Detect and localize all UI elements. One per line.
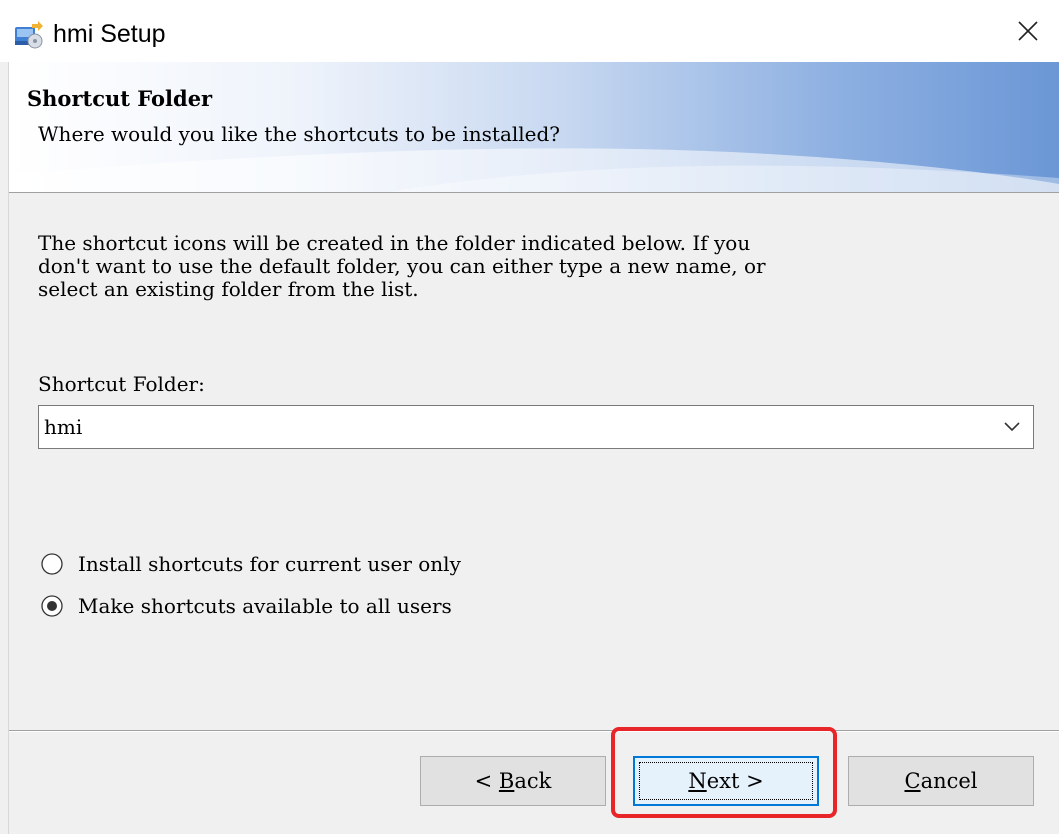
dropdown-button[interactable] xyxy=(997,412,1027,442)
chevron-down-icon xyxy=(1004,422,1020,432)
shortcut-folder-value[interactable]: hmi xyxy=(44,415,82,439)
setup-window: hmi Setup Shortcut Folder Where would yo… xyxy=(0,0,1059,834)
page-heading: Shortcut Folder xyxy=(27,86,213,111)
footer-divider-highlight xyxy=(9,731,1059,732)
cancel-button-label: Cancel xyxy=(904,769,978,793)
header-banner: Shortcut Folder Where would you like the… xyxy=(9,62,1059,192)
focus-rectangle xyxy=(639,762,813,800)
window-title: hmi Setup xyxy=(53,20,166,48)
page-subheading: Where would you like the shortcuts to be… xyxy=(38,122,561,146)
back-button[interactable]: < Back xyxy=(420,756,606,806)
back-button-label: < Back xyxy=(474,769,552,793)
cancel-button[interactable]: Cancel xyxy=(848,756,1034,806)
radio-current-user-label[interactable]: Install shortcuts for current user only xyxy=(78,552,461,576)
radio-all-users-label[interactable]: Make shortcuts available to all users xyxy=(78,594,452,618)
close-icon xyxy=(1018,21,1038,41)
title-bar: hmi Setup xyxy=(0,0,1059,62)
close-button[interactable] xyxy=(997,0,1059,62)
radio-current-user[interactable] xyxy=(41,553,63,575)
next-button[interactable]: Next > xyxy=(633,756,819,806)
option-all-users[interactable]: Make shortcuts available to all users xyxy=(41,592,452,620)
installer-icon xyxy=(15,21,43,49)
banner-divider xyxy=(9,192,1059,193)
option-current-user[interactable]: Install shortcuts for current user only xyxy=(41,550,461,578)
radio-all-users[interactable] xyxy=(41,595,63,617)
instructions-text: The shortcut icons will be created in th… xyxy=(38,231,766,301)
shortcut-folder-label: Shortcut Folder: xyxy=(38,372,205,396)
shortcut-folder-combobox[interactable]: hmi xyxy=(38,405,1034,449)
